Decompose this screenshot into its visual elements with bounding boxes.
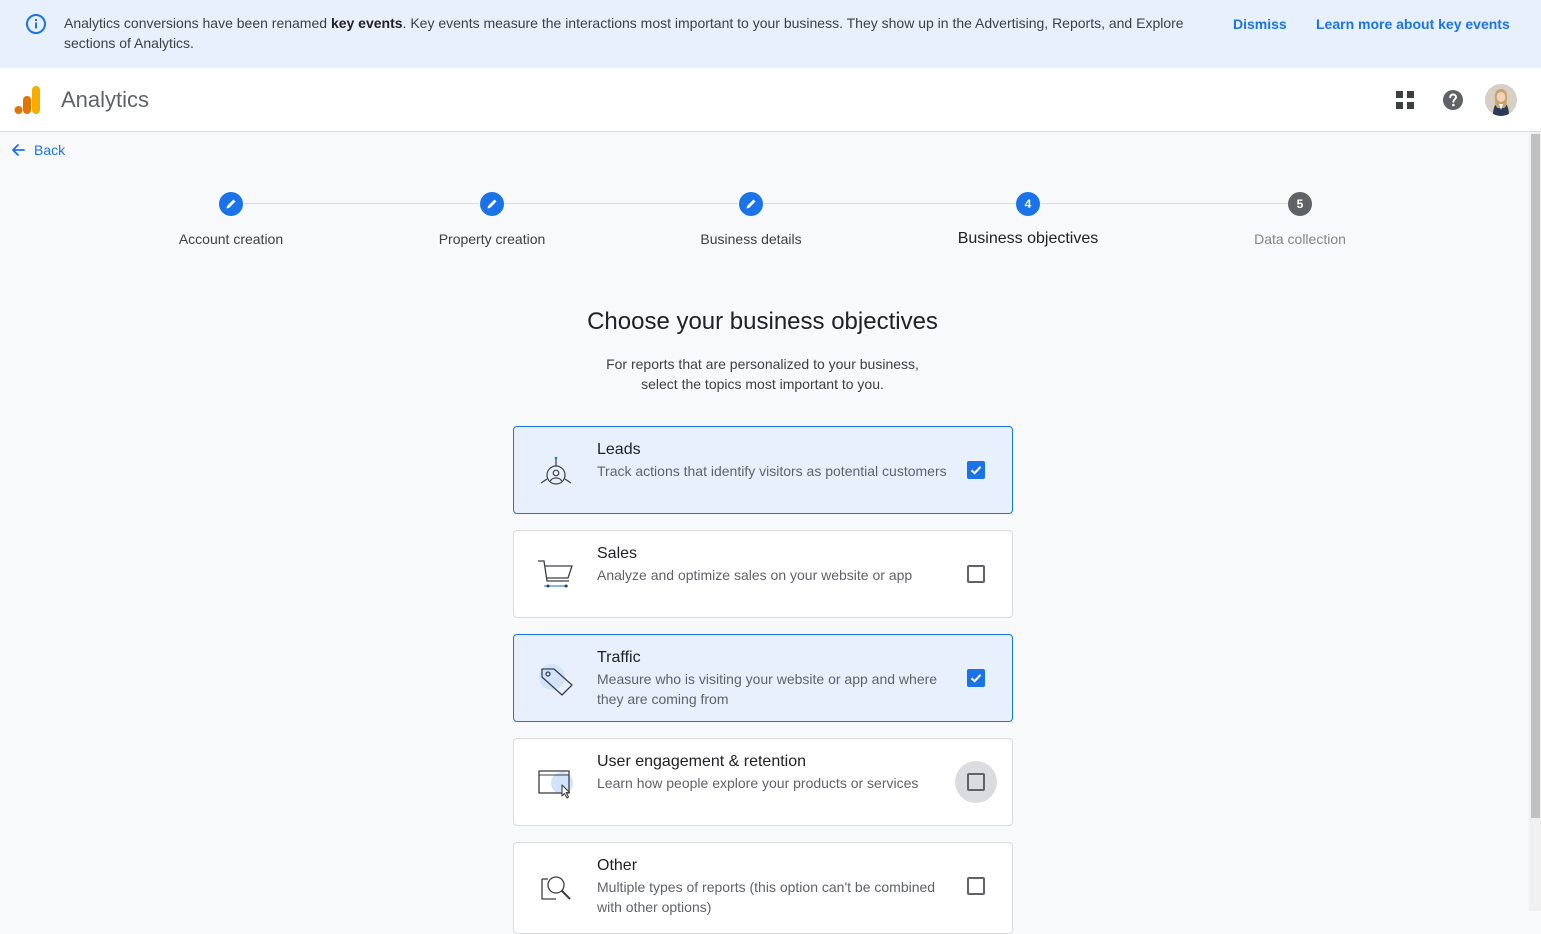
step-number-badge: 5 bbox=[1288, 192, 1312, 216]
notification-banner: Analytics conversions have been renamed … bbox=[0, 0, 1541, 68]
objective-checkbox-other[interactable] bbox=[955, 865, 997, 907]
check-icon bbox=[970, 674, 982, 683]
objective-title: Sales bbox=[597, 545, 638, 562]
step-data-collection: 5 Data collection bbox=[1200, 192, 1400, 248]
help-icon[interactable] bbox=[1441, 88, 1465, 112]
objective-description: Track actions that identify visitors as … bbox=[597, 463, 947, 479]
objective-title: Traffic bbox=[597, 649, 641, 666]
checkbox[interactable] bbox=[967, 877, 985, 895]
step-done-badge bbox=[219, 192, 243, 216]
magnifier-icon bbox=[541, 876, 571, 900]
shopping-cart-icon bbox=[538, 560, 573, 588]
checkbox[interactable] bbox=[967, 461, 985, 479]
banner-keyword: key events bbox=[330, 15, 403, 31]
objective-card-leads[interactable]: Leads Track actions that identify visito… bbox=[513, 426, 1013, 514]
app-header: Analytics bbox=[0, 68, 1541, 132]
arrow-back-icon bbox=[12, 144, 25, 156]
objective-description: Learn how people explore your products o… bbox=[597, 775, 919, 791]
step-account-creation[interactable]: Account creation bbox=[131, 192, 331, 248]
tag-icon bbox=[539, 664, 573, 696]
step-label: Business details bbox=[700, 231, 802, 247]
step-property-creation[interactable]: Property creation bbox=[392, 192, 592, 248]
objective-checkbox-user-engagement[interactable] bbox=[955, 761, 997, 803]
apps-grid-icon[interactable] bbox=[1393, 88, 1417, 112]
edit-pencil-icon bbox=[487, 199, 497, 209]
objective-title: Leads bbox=[597, 441, 641, 458]
checkbox[interactable] bbox=[967, 669, 985, 687]
page-subtitle: For reports that are personalized to you… bbox=[606, 356, 919, 392]
step-label: Data collection bbox=[1254, 231, 1346, 247]
learn-more-link[interactable]: Learn more about key events bbox=[1316, 14, 1510, 34]
step-business-objectives: 4 Business objectives bbox=[928, 192, 1128, 248]
scrollbar-thumb[interactable] bbox=[1531, 134, 1540, 818]
objective-card-sales[interactable]: Sales Analyze and optimize sales on your… bbox=[513, 530, 1013, 618]
objective-card-user-engagement[interactable]: User engagement & retention Learn how pe… bbox=[513, 738, 1013, 826]
objective-checkbox-traffic[interactable] bbox=[955, 657, 997, 699]
step-business-details[interactable]: Business details bbox=[651, 192, 851, 248]
checkbox[interactable] bbox=[967, 565, 985, 583]
account-avatar[interactable] bbox=[1485, 84, 1517, 116]
check-icon bbox=[970, 466, 982, 475]
objective-card-other[interactable]: Other Multiple types of reports (this op… bbox=[513, 842, 1013, 934]
objective-description: Analyze and optimize sales on your websi… bbox=[597, 567, 913, 583]
app-title: Analytics bbox=[61, 87, 150, 112]
objective-description: Multiple types of reports (this option c… bbox=[597, 879, 936, 915]
edit-pencil-icon bbox=[746, 199, 756, 209]
banner-message: Analytics conversions have been renamed … bbox=[64, 15, 1184, 51]
avatar-image-icon bbox=[1485, 84, 1517, 116]
browser-cursor-icon bbox=[538, 770, 573, 799]
step-label: Property creation bbox=[438, 231, 546, 247]
info-icon bbox=[26, 14, 46, 34]
objective-title: User engagement & retention bbox=[597, 753, 807, 770]
checkbox[interactable] bbox=[967, 773, 985, 791]
back-button[interactable]: Back bbox=[10, 140, 65, 160]
objective-title: Other bbox=[597, 857, 638, 874]
analytics-logo-icon[interactable] bbox=[14, 84, 42, 116]
step-label: Account creation bbox=[178, 231, 284, 247]
step-done-badge bbox=[480, 192, 504, 216]
step-number-badge: 4 bbox=[1016, 192, 1040, 216]
leads-icon bbox=[540, 456, 572, 485]
objective-checkbox-leads[interactable] bbox=[955, 449, 997, 491]
objective-description: Measure who is visiting your website or … bbox=[597, 671, 938, 707]
objective-card-traffic[interactable]: Traffic Measure who is visiting your web… bbox=[513, 634, 1013, 722]
step-done-badge bbox=[739, 192, 763, 216]
objective-checkbox-sales[interactable] bbox=[955, 553, 997, 595]
step-label: Business objectives bbox=[957, 230, 1099, 247]
page-title: Choose your business objectives bbox=[587, 308, 938, 335]
back-label: Back bbox=[34, 142, 66, 158]
dismiss-button[interactable]: Dismiss bbox=[1233, 14, 1287, 34]
edit-pencil-icon bbox=[226, 199, 236, 209]
